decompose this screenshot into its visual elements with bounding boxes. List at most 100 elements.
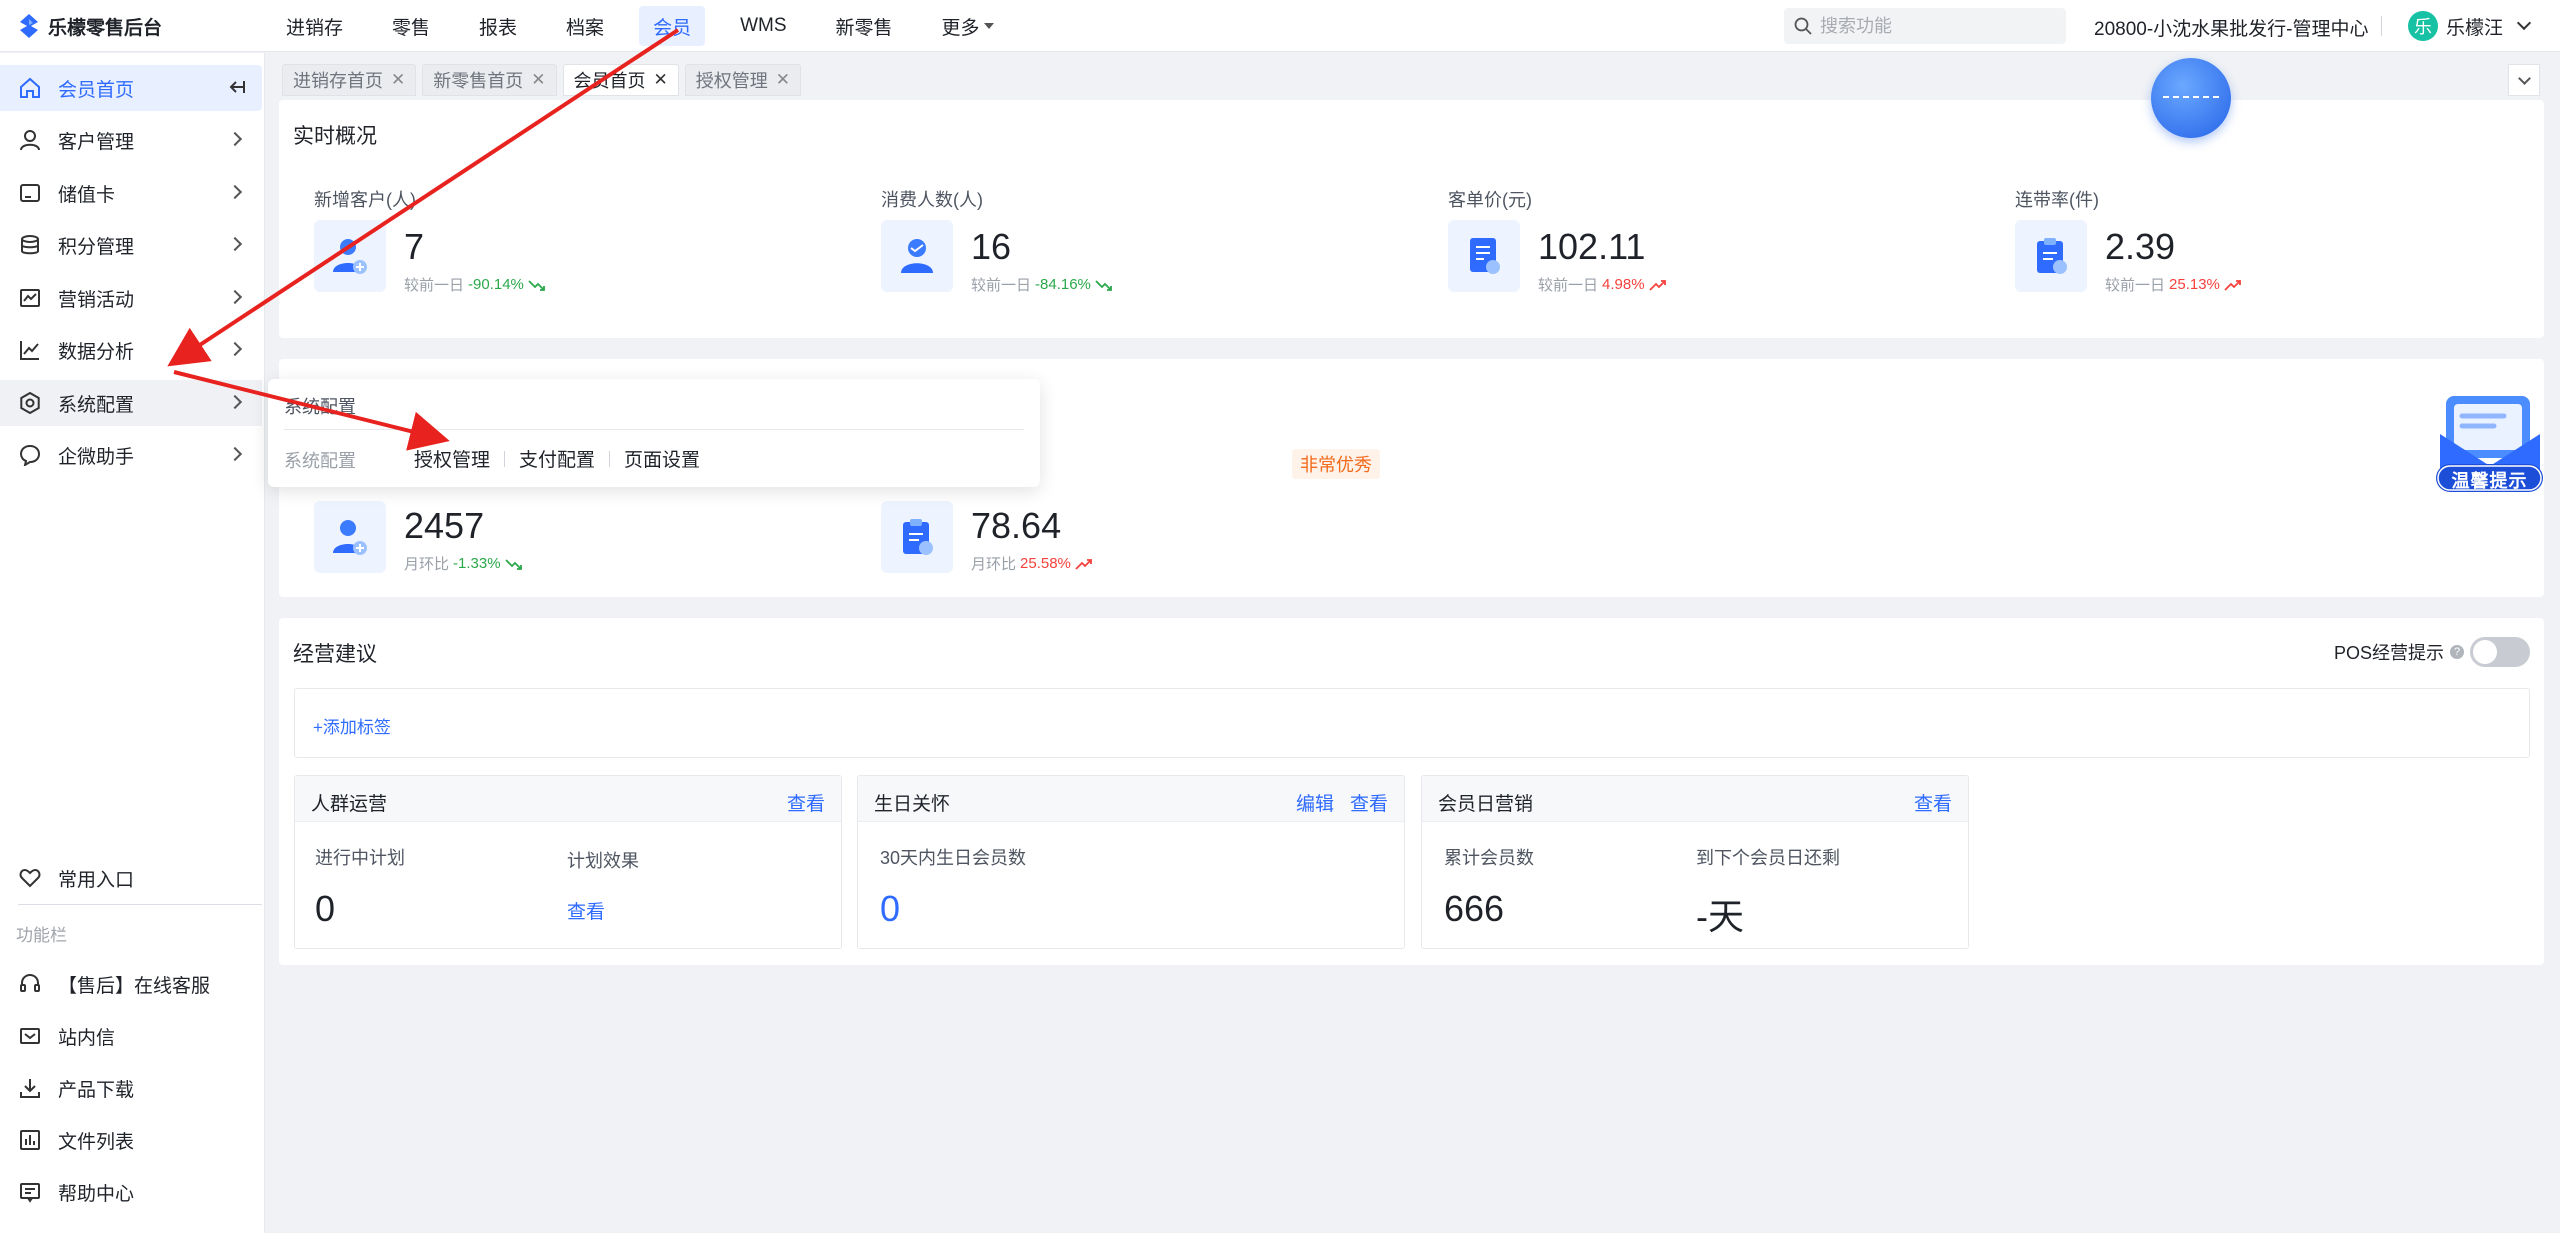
compare-label: 较前一日 [2105,277,2166,294]
next-member-day-label: 到下个会员日还剩 [1696,848,1840,868]
trend-down-icon [1095,279,1112,291]
close-icon[interactable]: ✕ [391,70,405,90]
add-tag-link[interactable]: +添加标签 [313,713,391,738]
stat-label: 新增客户(人) [314,190,416,210]
sidebar-item-label: 会员首页 [58,79,135,101]
trend-up-icon [1075,558,1092,570]
close-icon[interactable]: ✕ [531,70,545,90]
change-value: -90.14% [468,276,524,293]
toggle-knob [2473,640,2497,664]
view-link[interactable]: 查看 [1350,789,1388,816]
org-name[interactable]: 20800-小沈水果批发行-管理中心 [2094,14,2369,41]
tab-authorization[interactable]: 授权管理 ✕ [684,64,801,96]
sidebar-item-label: 常用入口 [58,869,135,891]
dash-icon [2163,96,2219,99]
tab-member-home[interactable]: 会员首页 ✕ [562,64,679,96]
sidebar-item-data-analysis[interactable]: 数据分析 [0,327,262,373]
compare-label: 月环比 [404,556,450,573]
sidebar-item-downloads[interactable]: 产品下载 [0,1065,262,1111]
help-icon[interactable]: ? [2450,645,2465,659]
stat-compare: 较前一日 -90.14% [404,274,546,295]
chevron-down-icon [2516,15,2532,31]
pos-tip-toggle[interactable] [2470,637,2530,667]
nav-item-wms[interactable]: WMS [726,6,800,46]
card-header: 会员日营销 查看 [1422,776,1968,822]
change-value: 4.98% [1602,276,1645,293]
sidebar-item-points[interactable]: 积分管理 [0,222,262,268]
clipboard-icon [2015,220,2087,292]
tab-inventory-home[interactable]: 进销存首页 ✕ [282,64,417,96]
sidebar-item-label: 储值卡 [58,184,116,206]
sidebar-item-file-list[interactable]: 文件列表 [0,1117,262,1163]
collapse-sidebar-icon[interactable] [226,77,246,103]
edit-link[interactable]: 编辑 [1296,789,1334,816]
nav-item-archive[interactable]: 档案 [552,6,618,46]
nav-item-inventory[interactable]: 进销存 [272,6,357,46]
sidebar-item-help[interactable]: 帮助中心 [0,1169,262,1215]
card-header: 人群运营 查看 [295,776,841,822]
sidebar-item-wecom-assistant[interactable]: 企微助手 [0,432,262,478]
sidebar-item-stored-card[interactable]: 储值卡 [0,170,262,216]
headset-icon [18,972,42,996]
sidebar-item-label: 站内信 [58,1027,116,1049]
close-icon[interactable]: ✕ [654,70,668,90]
stat-compare: 月环比 25.58% [971,553,1093,574]
nav-item-new-retail[interactable]: 新零售 [822,6,907,46]
chevron-right-icon [227,341,243,357]
floating-assistant-button[interactable] [2151,58,2231,138]
running-plans-value: 0 [315,888,336,929]
line-chart-icon [18,338,42,362]
sidebar-item-marketing[interactable]: 营销活动 [0,275,262,321]
tab-new-retail-home[interactable]: 新零售首页 ✕ [422,64,557,96]
page-settings-link[interactable]: 页面设置 [624,445,700,472]
sidebar-item-favorites[interactable]: 常用入口 [0,855,262,901]
search-box[interactable] [1784,8,2066,44]
nav-item-more[interactable]: 更多 [928,6,1008,46]
function-bar-label: 功能栏 [16,926,67,945]
stat-compare: 月环比 -1.33% [404,553,523,574]
authorization-management-link[interactable]: 授权管理 [414,445,490,472]
search-input[interactable] [1820,15,2050,37]
chevron-right-icon [227,446,243,462]
toggle-label-text: POS经营提示 [2334,643,2445,663]
nav-item-member[interactable]: 会员 [639,6,706,46]
payment-config-link[interactable]: 支付配置 [519,445,595,472]
tab-menu-button[interactable] [2508,64,2540,96]
app-logo[interactable]: 乐檬零售后台 [18,12,162,40]
tab-label: 授权管理 [695,71,768,91]
stat-label: 消费人数(人) [881,190,983,210]
nav-more-label: 更多 [941,17,980,39]
stat-compare: 较前一日 -84.16% [971,274,1113,295]
chevron-right-icon [227,289,243,305]
sidebar-item-label: 帮助中心 [58,1183,135,1205]
database-icon [18,233,42,257]
plan-effect-link[interactable]: 查看 [567,897,605,924]
sidebar-item-member-home[interactable]: 会员首页 [0,65,262,111]
sidebar-item-messages[interactable]: 站内信 [0,1013,262,1059]
view-link[interactable]: 查看 [787,789,825,816]
nav-item-reports[interactable]: 报表 [465,6,531,46]
crowd-operation-card: 人群运营 查看 进行中计划 0 计划效果 查看 [294,775,842,949]
new-customer-icon [314,220,386,292]
download-icon [18,1076,42,1100]
close-icon[interactable]: ✕ [776,70,790,90]
birthday-members-value[interactable]: 0 [880,888,900,930]
pos-tip-label: POS经营提示 ? [2334,639,2465,665]
top-bar: 乐檬零售后台 进销存 零售 报表 档案 会员 WMS 新零售 更多 20800-… [0,0,2560,52]
stat-label: 连带率(件) [2015,190,2099,210]
change-value: -1.33% [453,555,501,572]
trend-down-icon [504,558,522,570]
sidebar-item-online-service[interactable]: 【售后】在线客服 [0,961,262,1007]
compare-label: 较前一日 [1538,277,1599,294]
trend-down-icon [528,279,545,291]
card-title: 会员日营销 [1438,794,1534,815]
nav-item-retail[interactable]: 零售 [378,6,444,46]
view-link[interactable]: 查看 [1914,789,1952,816]
stat-value: 102.11 [1538,226,1646,267]
sidebar-item-system-config[interactable]: 系统配置 [0,380,262,426]
sidebar-item-customer[interactable]: 客户管理 [0,117,262,163]
tip-widget[interactable]: 温馨提示 [2432,390,2547,496]
user-menu[interactable]: 乐 乐檬汪 [2408,10,2532,42]
stat-consumers: 消费人数(人) 16 较前一日 -84.16% [881,186,1381,316]
tab-label: 进销存首页 [293,71,383,91]
